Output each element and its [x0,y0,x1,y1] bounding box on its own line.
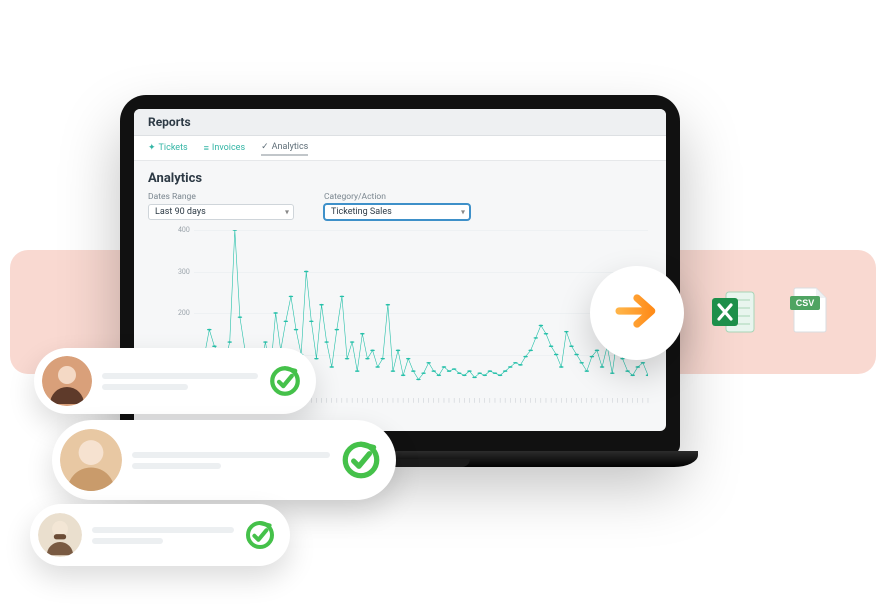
page-header: Reports [134,109,666,136]
excel-icon [710,288,758,336]
user-card-3 [30,504,290,566]
checkmark-icon [340,439,382,481]
export-arrow-bubble [590,266,684,360]
svg-text:CSV: CSV [796,298,815,308]
csv-icon: CSV [790,286,830,334]
dates-range-select[interactable]: Last 90 days [148,204,294,220]
user-card-1 [34,348,316,414]
tab-analytics[interactable]: ✓ Analytics [261,140,308,156]
ticket-icon: ✦ [148,143,156,153]
analytics-icon: ✓ [261,142,269,152]
filter-category: Category/Action Ticketing Sales [324,192,470,220]
tab-invoices-label: Invoices [212,143,245,153]
avatar [42,356,92,406]
user-card-text-skeleton [92,527,234,544]
dates-range-value: Last 90 days [155,207,206,217]
report-tabs: ✦ Tickets ≡ Invoices ✓ Analytics [134,136,666,161]
page-title: Reports [148,115,652,129]
category-action-value: Ticketing Sales [331,207,392,217]
tab-tickets[interactable]: ✦ Tickets [148,140,188,156]
user-card-text-skeleton [102,373,258,390]
y-axis-tick: 400 [178,226,190,234]
tab-tickets-label: Tickets [159,143,188,153]
dates-range-label: Dates Range [148,192,294,202]
user-card-text-skeleton [132,452,330,469]
filter-dates: Dates Range Last 90 days [148,192,294,220]
invoice-icon: ≡ [204,143,209,154]
avatar [60,429,122,491]
arrow-right-icon [611,285,663,341]
user-card-2 [52,420,396,500]
tab-invoices[interactable]: ≡ Invoices [204,140,245,156]
avatar [38,513,82,557]
section-title: Analytics [148,171,652,186]
category-action-select[interactable]: Ticketing Sales [324,204,470,220]
checkmark-icon [268,364,302,398]
checkmark-icon [244,519,276,551]
y-axis-tick: 200 [178,309,190,317]
tab-analytics-label: Analytics [272,142,309,152]
filters-row: Dates Range Last 90 days Category/Action… [148,192,652,220]
category-action-label: Category/Action [324,192,470,202]
y-axis-tick: 300 [178,268,190,276]
